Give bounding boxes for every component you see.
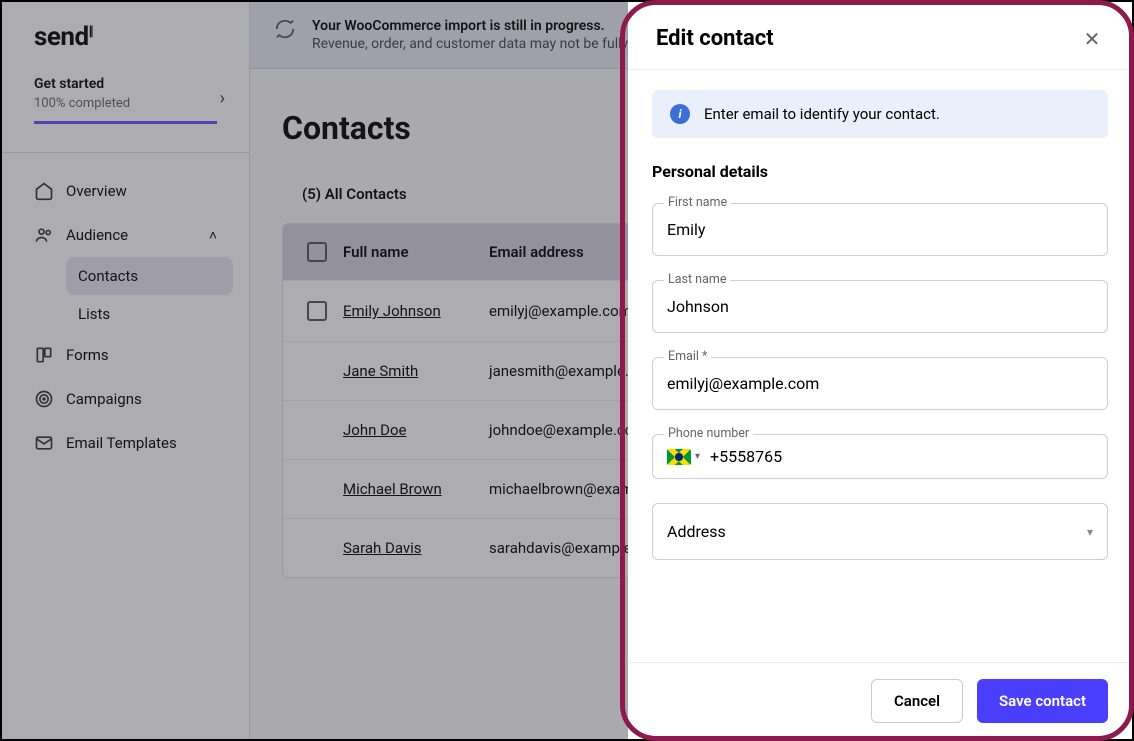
info-banner: i Enter email to identify your contact. [652,90,1108,138]
cancel-button[interactable]: Cancel [871,679,963,723]
close-icon[interactable]: ✕ [1080,27,1104,51]
first-name-label: First name [664,195,731,210]
info-icon: i [670,104,690,124]
caret-down-icon: ▾ [695,451,700,462]
country-select[interactable]: ▾ [667,449,700,465]
flag-brazil-icon [667,449,691,465]
drawer-title: Edit contact [656,26,774,51]
first-name-input[interactable] [652,203,1108,256]
section-personal-details: Personal details [652,162,1108,181]
caret-down-icon: ▾ [1087,525,1093,539]
email-label: Email * [664,349,711,364]
last-name-input[interactable] [652,280,1108,333]
phone-label: Phone number [664,426,753,441]
phone-input[interactable] [710,447,1093,466]
save-contact-button[interactable]: Save contact [977,679,1108,723]
last-name-label: Last name [664,272,730,287]
email-input[interactable] [652,357,1108,410]
edit-contact-drawer: Edit contact ✕ i Enter email to identify… [628,2,1132,739]
address-accordion[interactable]: Address ▾ [652,503,1108,560]
